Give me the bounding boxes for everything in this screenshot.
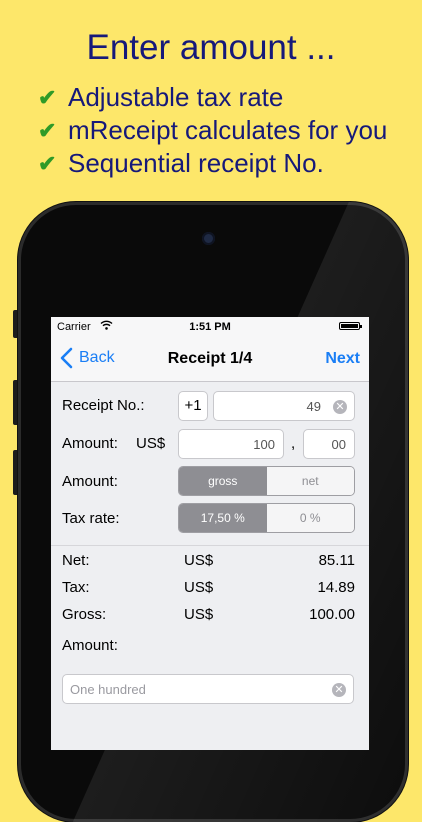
battery-icon	[339, 322, 362, 330]
amount-label: Amount:	[62, 435, 118, 452]
feature-item: ✔ Sequential receipt No.	[38, 148, 324, 179]
receipt-no-value: 49	[306, 399, 321, 414]
segment-tax-17-50[interactable]: 17,50 %	[179, 504, 267, 532]
receipt-no-label: Receipt No.:	[62, 397, 145, 414]
amount-integer-input[interactable]: 100	[178, 429, 284, 459]
gross-label: Gross:	[62, 606, 107, 623]
gross-currency: US$	[184, 606, 214, 623]
segment-net[interactable]: net	[266, 467, 354, 495]
phone-screen: Carrier 1:51 PM Back Receipt 1/4 Next Re…	[51, 317, 369, 750]
amount-words-label: Amount:	[62, 637, 118, 654]
promo-title: Enter amount ...	[86, 28, 336, 67]
clear-icon[interactable]: ✕	[333, 400, 347, 414]
feature-label: Sequential receipt No.	[68, 148, 324, 178]
tax-rate-segmented-control: 17,50 % 0 %	[178, 503, 355, 533]
net-currency: US$	[184, 552, 214, 569]
decimal-separator: ,	[291, 435, 296, 452]
tax-value: 14.89	[317, 579, 355, 596]
amount-currency: US$	[136, 435, 166, 452]
status-bar: Carrier 1:51 PM	[51, 317, 369, 337]
net-value: 85.11	[318, 552, 355, 569]
gross-value: 100.00	[309, 606, 355, 623]
next-button[interactable]: Next	[325, 350, 360, 368]
amount-integer-value: 100	[253, 437, 275, 452]
navigation-bar: Back Receipt 1/4 Next	[51, 337, 369, 382]
amount-words-input[interactable]: One hundred ✕	[62, 674, 354, 704]
feature-item: ✔ mReceipt calculates for you	[38, 115, 387, 146]
segment-gross[interactable]: gross	[179, 467, 267, 495]
tax-currency: US$	[184, 579, 214, 596]
feature-label: Adjustable tax rate	[68, 82, 284, 112]
amount-words-placeholder: One hundred	[70, 682, 146, 697]
tax-label: Tax:	[62, 579, 90, 596]
checkmark-icon: ✔	[38, 150, 57, 176]
receipt-form: Receipt No.: +1 49 ✕ Amount: US$ 100 , 0…	[51, 382, 369, 750]
feature-item: ✔ Adjustable tax rate	[38, 82, 283, 113]
feature-label: mReceipt calculates for you	[68, 115, 388, 145]
increment-receipt-button[interactable]: +1	[178, 391, 208, 421]
front-camera-icon	[202, 232, 215, 245]
receipt-no-input[interactable]: 49 ✕	[213, 391, 355, 421]
amount-type-segmented-control: gross net	[178, 466, 355, 496]
clear-icon[interactable]: ✕	[332, 683, 346, 697]
page-title: Receipt 1/4	[167, 350, 253, 367]
segment-tax-0[interactable]: 0 %	[266, 504, 354, 532]
tax-rate-label: Tax rate:	[62, 510, 120, 527]
status-time: 1:51 PM	[189, 321, 231, 333]
amount-decimal-value: 00	[331, 437, 346, 452]
net-label: Net:	[62, 552, 90, 569]
amount-decimal-input[interactable]: 00	[303, 429, 355, 459]
amount-type-label: Amount:	[62, 473, 118, 490]
section-divider	[51, 545, 369, 546]
checkmark-icon: ✔	[38, 84, 57, 110]
checkmark-icon: ✔	[38, 117, 57, 143]
